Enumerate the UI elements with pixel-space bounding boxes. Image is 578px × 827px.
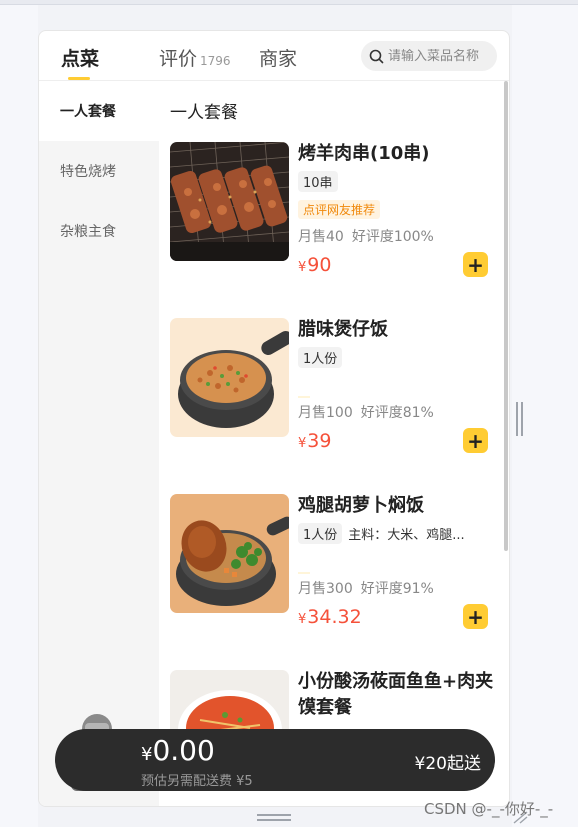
chicken-leg-rice-icon bbox=[170, 494, 289, 613]
dish-stats: 月售100 好评度81% bbox=[298, 402, 434, 422]
cart-bar[interactable]: ¥0.00 预估另需配送费 ¥5 ¥20起送 bbox=[55, 729, 495, 791]
plus-icon: + bbox=[467, 428, 484, 453]
dish-stats: 月售40 好评度100% bbox=[298, 226, 434, 246]
ingredient-desc: 主料：大米、鸡腿... bbox=[348, 528, 465, 543]
tab-reviews[interactable]: 评价 1796 bbox=[159, 44, 231, 71]
monthly-sales: 月售40 bbox=[298, 229, 344, 245]
cart-total: ¥0.00 bbox=[141, 734, 215, 767]
currency-symbol: ¥ bbox=[298, 436, 307, 451]
sidebar-item-bbq[interactable]: 特色烧烤 bbox=[39, 141, 159, 201]
price-value: 90 bbox=[307, 254, 332, 276]
sidebar-item-single-set[interactable]: 一人套餐 bbox=[39, 81, 159, 141]
rating: 好评度91% bbox=[360, 581, 434, 597]
dish-price: ¥34.32 bbox=[298, 606, 362, 628]
claypot-rice-icon bbox=[170, 318, 289, 437]
plus-icon: + bbox=[467, 252, 484, 277]
monthly-sales: 月售300 bbox=[298, 581, 353, 597]
vertical-resize-handle[interactable] bbox=[516, 402, 524, 436]
left-gutter bbox=[0, 5, 38, 827]
active-tab-indicator bbox=[68, 77, 90, 80]
dish-name: 腊味煲仔饭 bbox=[298, 319, 388, 340]
tab-reviews-label: 评价 bbox=[159, 48, 198, 70]
rating: 好评度100% bbox=[351, 229, 434, 245]
dish-name: 鸡腿胡萝卜焖饭 bbox=[298, 495, 424, 516]
tab-merchant-label: 商家 bbox=[259, 48, 298, 70]
dish-item[interactable]: 鸡腿胡萝卜焖饭 1人份 主料：大米、鸡腿... 月售300 好评度91% ¥34.… bbox=[170, 494, 500, 629]
scrollbar[interactable] bbox=[504, 81, 508, 551]
dish-tags: 10串 bbox=[298, 171, 344, 192]
add-to-cart-button[interactable]: + bbox=[463, 428, 488, 453]
portion-tag: 1人份 bbox=[298, 523, 343, 544]
currency-symbol: ¥ bbox=[298, 260, 307, 275]
delivery-fee-note: 预估另需配送费 ¥5 bbox=[141, 774, 253, 789]
lamb-skewers-icon bbox=[170, 142, 289, 261]
search-icon bbox=[369, 49, 384, 63]
tab-merchant[interactable]: 商家 bbox=[259, 44, 297, 71]
dish-item[interactable]: 腊味煲仔饭 1人份 月售100 好评度81% ¥39 + bbox=[170, 318, 500, 453]
currency-symbol: ¥ bbox=[298, 612, 307, 627]
dish-price: ¥39 bbox=[298, 430, 331, 452]
section-title: 一人套餐 bbox=[170, 103, 238, 123]
tab-order[interactable]: 点菜 bbox=[61, 44, 99, 71]
divider bbox=[298, 572, 310, 574]
search-box[interactable] bbox=[361, 41, 497, 71]
watermark: CSDN @-_-你好-_- bbox=[424, 800, 554, 818]
search-input[interactable] bbox=[388, 48, 496, 64]
sidebar-item-label: 杂粮主食 bbox=[60, 224, 116, 240]
add-to-cart-button[interactable]: + bbox=[463, 604, 488, 629]
tab-reviews-count: 1796 bbox=[200, 54, 231, 68]
tab-order-label: 点菜 bbox=[61, 48, 100, 70]
dish-item[interactable]: 烤羊肉串(10串) 10串 点评网友推荐 月售40 好评度100% ¥90 + bbox=[170, 142, 500, 277]
portion-tag: 10串 bbox=[298, 171, 338, 192]
add-to-cart-button[interactable]: + bbox=[463, 252, 488, 277]
currency-symbol: ¥ bbox=[141, 744, 153, 765]
app-window: 点菜 评价1796 商家 一人套餐 特色烧烤 杂粮主食 一人套餐 bbox=[38, 30, 510, 807]
price-value: 39 bbox=[307, 430, 332, 452]
dish-tags: 1人份 bbox=[298, 347, 348, 368]
portion-tag: 1人份 bbox=[298, 347, 343, 368]
cart-amount-value: 0.00 bbox=[152, 734, 215, 767]
price-value: 34.32 bbox=[307, 606, 362, 628]
sidebar-item-label: 一人套餐 bbox=[60, 104, 116, 120]
dish-stats: 月售300 好评度91% bbox=[298, 578, 434, 598]
sidebar-item-staple[interactable]: 杂粮主食 bbox=[39, 201, 159, 261]
top-ruler bbox=[0, 0, 578, 5]
tab-bar: 点菜 评价 1796 商家 bbox=[39, 31, 509, 81]
dish-tags: 1人份 主料：大米、鸡腿... bbox=[298, 523, 465, 544]
rating: 好评度81% bbox=[360, 405, 434, 421]
horizontal-resize-handle[interactable] bbox=[257, 814, 291, 822]
sidebar-item-label: 特色烧烤 bbox=[60, 164, 116, 180]
dish-price: ¥90 bbox=[298, 254, 331, 276]
monthly-sales: 月售100 bbox=[298, 405, 353, 421]
plus-icon: + bbox=[467, 604, 484, 629]
min-order-label[interactable]: ¥20起送 bbox=[415, 749, 481, 774]
dish-name: 小份酸汤莜面鱼鱼+肉夹馍套餐 bbox=[298, 671, 494, 718]
dish-name: 烤羊肉串(10串) bbox=[298, 143, 430, 164]
category-sidebar: 一人套餐 特色烧烤 杂粮主食 bbox=[39, 81, 159, 806]
recommend-badge: 点评网友推荐 bbox=[298, 200, 381, 219]
divider bbox=[298, 396, 310, 398]
